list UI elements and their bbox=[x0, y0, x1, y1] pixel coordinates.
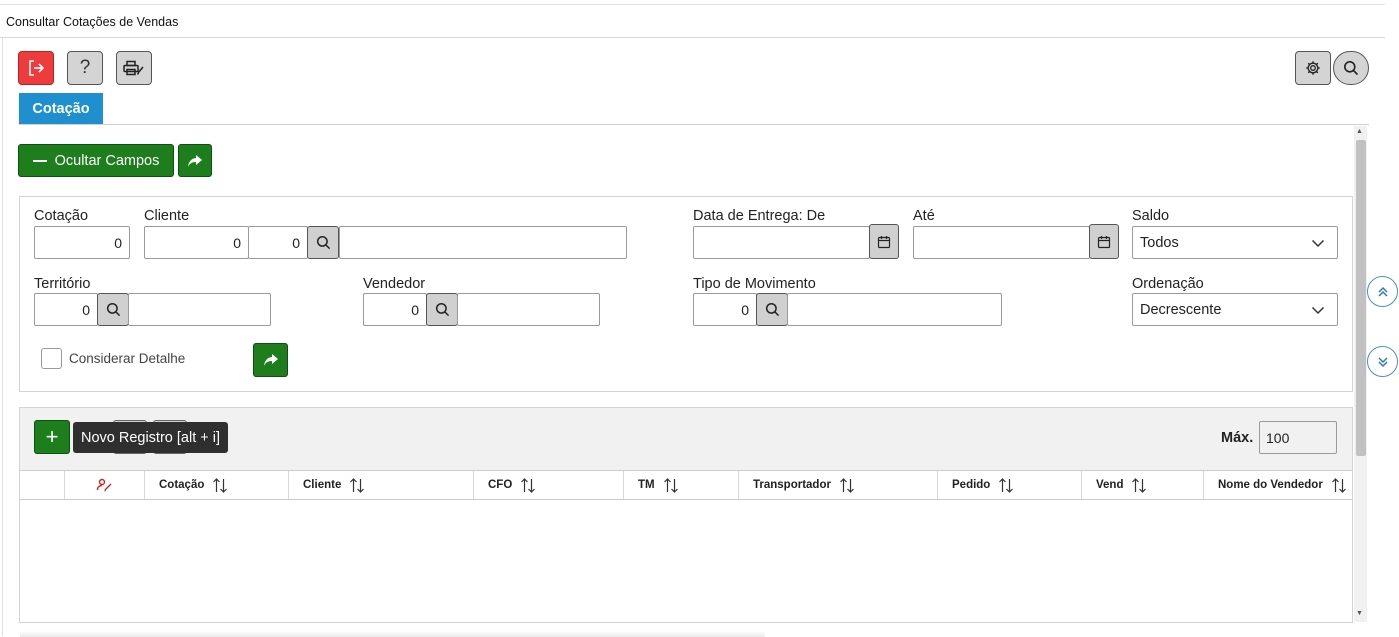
window-title-bar: Consultar Cotações de Vendas bbox=[0, 4, 1385, 38]
scroll-up-arrow-icon[interactable]: ▲ bbox=[1356, 128, 1363, 135]
column-header-transportador[interactable]: Transportador bbox=[738, 471, 937, 499]
cotacao-input[interactable]: 0 bbox=[34, 226, 130, 259]
column-header-cfo[interactable]: CFO bbox=[473, 471, 623, 499]
considerar-detalhe-label: Considerar Detalhe bbox=[69, 351, 186, 366]
territorio-search-button[interactable] bbox=[97, 293, 129, 326]
tipo-movimento-name-input[interactable] bbox=[787, 293, 1002, 326]
saldo-select[interactable]: Todos bbox=[1132, 226, 1338, 259]
saldo-label: Saldo bbox=[1132, 208, 1170, 224]
share-arrow-icon bbox=[263, 354, 278, 366]
sort-icon bbox=[212, 477, 228, 493]
chevron-down-icon bbox=[1311, 239, 1325, 248]
considerar-detalhe-checkbox[interactable] bbox=[41, 348, 62, 369]
search-icon bbox=[435, 302, 449, 317]
gear-icon bbox=[1306, 61, 1320, 75]
search-icon bbox=[316, 235, 330, 250]
ordenacao-label: Ordenação bbox=[1132, 276, 1204, 292]
scroll-to-top-button[interactable] bbox=[1367, 276, 1398, 307]
search-icon bbox=[765, 302, 779, 317]
tipo-movimento-code-input[interactable]: 0 bbox=[693, 293, 757, 326]
window-title: Consultar Cotações de Vendas bbox=[6, 15, 179, 29]
plus-icon: + bbox=[45, 424, 59, 449]
territorio-name-input[interactable] bbox=[128, 293, 271, 326]
sort-icon bbox=[1331, 477, 1347, 493]
user-edit-icon bbox=[96, 478, 111, 492]
select-column-header bbox=[20, 471, 64, 499]
search-icon bbox=[106, 302, 120, 317]
ordenacao-selected-value: Decrescente bbox=[1140, 301, 1222, 318]
scroll-down-arrow-icon[interactable]: ▼ bbox=[1356, 610, 1363, 617]
max-records-input[interactable]: 100 bbox=[1259, 421, 1337, 454]
ate-input[interactable] bbox=[913, 226, 1090, 259]
vendedor-search-button[interactable] bbox=[426, 293, 458, 326]
cliente-store-input[interactable]: 0 bbox=[248, 226, 308, 259]
printer-edit-icon bbox=[123, 60, 144, 76]
sort-icon bbox=[839, 477, 855, 493]
cliente-name-input[interactable] bbox=[339, 226, 627, 259]
calendar-icon bbox=[1097, 235, 1111, 248]
print-button[interactable] bbox=[116, 51, 152, 85]
double-chevron-down-icon bbox=[1377, 356, 1388, 367]
data-entrega-de-input[interactable] bbox=[693, 226, 870, 259]
vendedor-code-input[interactable]: 0 bbox=[363, 293, 427, 326]
column-header-tm[interactable]: TM bbox=[623, 471, 738, 499]
ate-calendar-button[interactable] bbox=[1089, 224, 1119, 259]
help-icon: ? bbox=[79, 57, 91, 78]
help-button[interactable]: ? bbox=[67, 51, 103, 85]
column-header-vend[interactable]: Vend bbox=[1081, 471, 1203, 499]
column-header-cotacao[interactable]: Cotação bbox=[144, 471, 288, 499]
cliente-label: Cliente bbox=[144, 208, 190, 224]
vendedor-name-input[interactable] bbox=[457, 293, 600, 326]
bottom-shadow bbox=[20, 631, 765, 637]
scrollbar-thumb[interactable] bbox=[1356, 140, 1366, 456]
sort-icon bbox=[998, 477, 1014, 493]
hide-fields-button[interactable]: Ocultar Campos bbox=[18, 144, 174, 177]
add-record-tooltip: Novo Registro [alt + i] bbox=[73, 422, 228, 453]
search-icon bbox=[1344, 61, 1359, 76]
exit-button[interactable] bbox=[18, 51, 54, 85]
tipo-movimento-search-button[interactable] bbox=[756, 293, 788, 326]
saldo-selected-value: Todos bbox=[1140, 234, 1179, 251]
sort-icon bbox=[349, 477, 365, 493]
cliente-code-input[interactable]: 0 bbox=[144, 226, 249, 259]
add-record-button[interactable]: + bbox=[34, 420, 70, 454]
sort-icon bbox=[1131, 477, 1147, 493]
edit-column-header bbox=[64, 471, 144, 499]
max-label: Máx. bbox=[1221, 430, 1254, 446]
hide-fields-label: Ocultar Campos bbox=[54, 152, 160, 169]
scroll-to-bottom-button[interactable] bbox=[1367, 346, 1398, 377]
cotacao-label: Cotação bbox=[34, 208, 89, 224]
sort-icon bbox=[663, 477, 679, 493]
tab-cotacao[interactable]: Cotação bbox=[19, 93, 103, 124]
tab-divider bbox=[19, 124, 1369, 125]
calendar-icon bbox=[877, 235, 891, 248]
sort-icon bbox=[520, 477, 536, 493]
ate-label: Até bbox=[913, 208, 935, 224]
search-button[interactable] bbox=[1333, 51, 1369, 85]
exit-icon bbox=[29, 60, 45, 76]
table-header: Cotação Cliente CFO TM Transportador Ped… bbox=[20, 470, 1352, 500]
minus-icon bbox=[32, 159, 47, 162]
territorio-code-input[interactable]: 0 bbox=[34, 293, 98, 326]
double-chevron-up-icon bbox=[1377, 286, 1388, 297]
tab-label: Cotação bbox=[32, 100, 90, 117]
ordenacao-select[interactable]: Decrescente bbox=[1132, 293, 1338, 326]
column-header-nome-vendedor[interactable]: Nome do Vendedor bbox=[1203, 471, 1352, 499]
column-header-cliente[interactable]: Cliente bbox=[288, 471, 473, 499]
column-header-pedido[interactable]: Pedido bbox=[937, 471, 1081, 499]
tipo-movimento-label: Tipo de Movimento bbox=[693, 276, 816, 292]
settings-button[interactable] bbox=[1295, 51, 1331, 85]
apply-filter-button[interactable] bbox=[253, 343, 288, 377]
data-entrega-de-label: Data de Entrega: De bbox=[693, 208, 826, 224]
chevron-down-icon bbox=[1311, 306, 1325, 315]
share-button[interactable] bbox=[178, 144, 212, 177]
territorio-label: Território bbox=[34, 276, 91, 292]
cliente-search-button[interactable] bbox=[307, 226, 339, 259]
share-arrow-icon bbox=[188, 154, 202, 167]
data-entrega-de-calendar-button[interactable] bbox=[869, 224, 899, 259]
vendedor-label: Vendedor bbox=[363, 276, 426, 292]
